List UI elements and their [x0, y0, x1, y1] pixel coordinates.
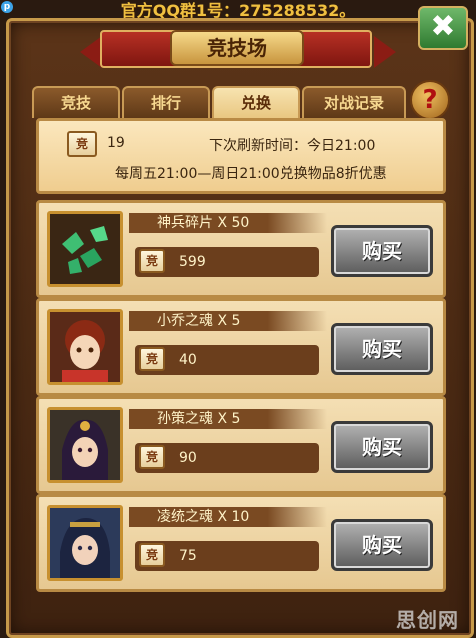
- item-price: 75: [179, 548, 197, 564]
- close-button[interactable]: ✖: [418, 6, 468, 50]
- arena-token-icon: 竞: [139, 249, 165, 273]
- tab-arena[interactable]: 竞技: [32, 86, 120, 118]
- item-name: 神兵碎片 X 50: [129, 213, 327, 233]
- price-bar: 竞 40: [135, 345, 319, 375]
- price-bar: 竞 90: [135, 443, 319, 473]
- banner-tail-left: [80, 36, 102, 68]
- item-price: 599: [179, 254, 206, 270]
- shop-item: 凌统之魂 X 10 竞 75 购买: [36, 494, 446, 592]
- shop-item: 神兵碎片 X 50 竞 599 购买: [36, 200, 446, 298]
- buy-button[interactable]: 购买: [331, 421, 433, 473]
- lingtong-portrait: [47, 505, 123, 581]
- buy-button[interactable]: 购买: [331, 519, 433, 571]
- arena-token-icon: 竞: [139, 543, 165, 567]
- refresh-time: 下次刷新时间：今日21:00: [209, 138, 376, 154]
- tab-battle-log[interactable]: 对战记录: [302, 86, 406, 118]
- item-name: 凌统之魂 X 10: [129, 507, 327, 527]
- corner-badge: p: [1, 1, 13, 13]
- item-name: 小乔之魂 X 5: [129, 311, 327, 331]
- tab-ranking[interactable]: 排行: [122, 86, 210, 118]
- price-bar: 竞 599: [135, 247, 319, 277]
- buy-button[interactable]: 购买: [331, 323, 433, 375]
- jade-shards-icon: [47, 211, 123, 287]
- arena-token-icon: 竞: [67, 131, 97, 157]
- item-price: 90: [179, 450, 197, 466]
- currency-amount: 19: [107, 135, 125, 151]
- xiaoqiao-portrait: [47, 309, 123, 385]
- sunce-portrait: [47, 407, 123, 483]
- info-panel: 竞 19 下次刷新时间：今日21:00 每周五21:00—周日21:00兑换物品…: [36, 118, 446, 194]
- shop-item: 孙策之魂 X 5 竞 90 购买: [36, 396, 446, 494]
- price-bar: 竞 75: [135, 541, 319, 571]
- item-name: 孙策之魂 X 5: [129, 409, 327, 429]
- watermark: 思创网: [396, 608, 459, 632]
- banner-tail-right: [374, 36, 396, 68]
- window-title: 竞技场: [170, 30, 304, 66]
- tab-exchange[interactable]: 兑换: [212, 86, 300, 120]
- help-button[interactable]: ?: [410, 80, 450, 120]
- shop-item: 小乔之魂 X 5 竞 40 购买: [36, 298, 446, 396]
- arena-token-icon: 竞: [139, 445, 165, 469]
- buy-button[interactable]: 购买: [331, 225, 433, 277]
- discount-notice: 每周五21:00—周日21:00兑换物品8折优惠: [115, 166, 387, 182]
- item-price: 40: [179, 352, 197, 368]
- arena-token-icon: 竞: [139, 347, 165, 371]
